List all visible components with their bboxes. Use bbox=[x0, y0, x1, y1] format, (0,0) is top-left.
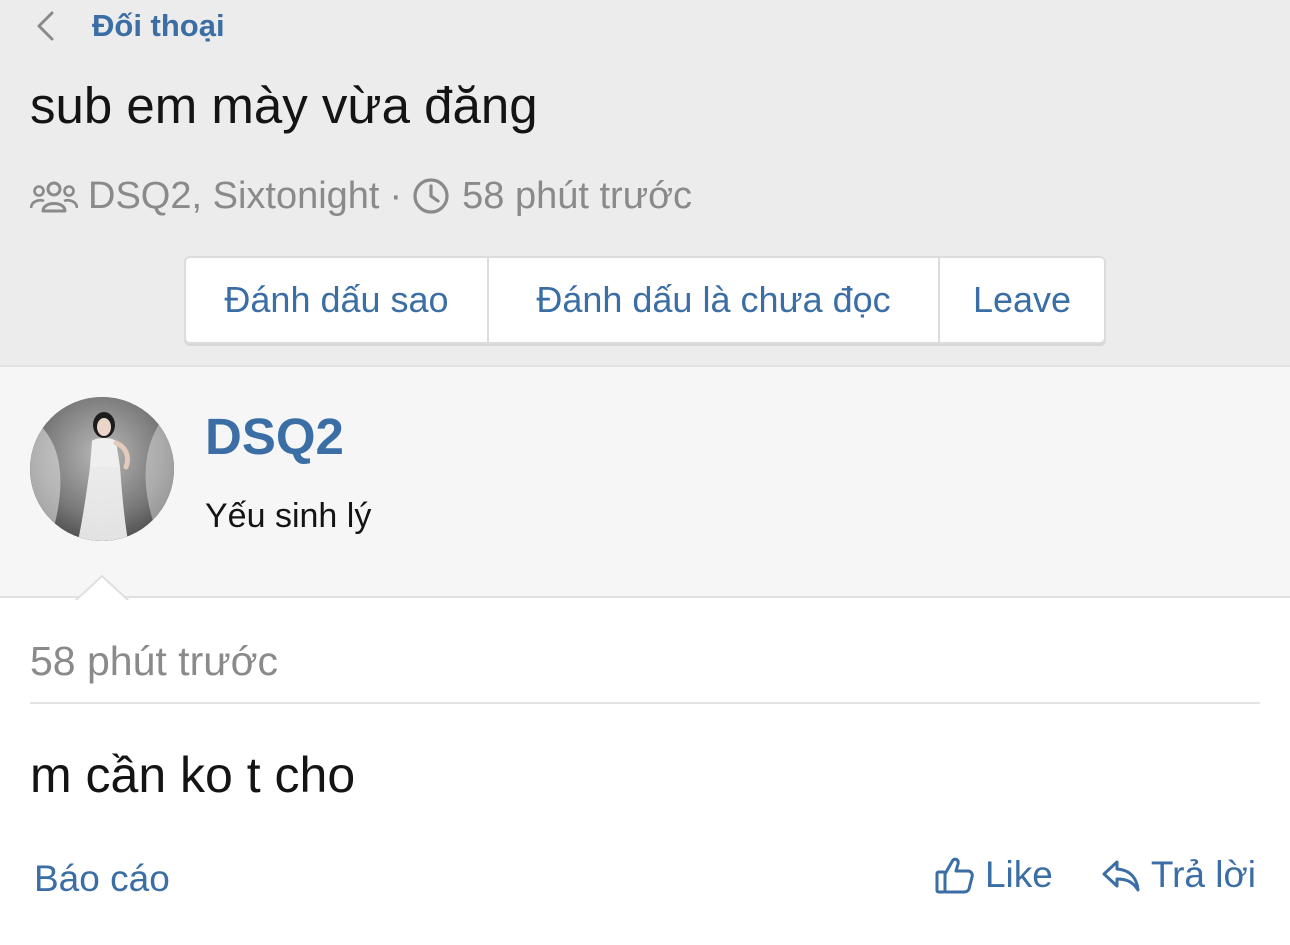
conversation-meta: DSQ2, Sixtonight · 58 phút trước bbox=[30, 172, 692, 220]
mark-unread-button[interactable]: Đánh dấu là chưa đọc bbox=[489, 258, 940, 342]
leave-button[interactable]: Leave bbox=[940, 258, 1104, 342]
breadcrumb-link[interactable]: Đối thoại bbox=[92, 8, 225, 44]
message-author: DSQ2 Yếu sinh lý bbox=[0, 365, 1290, 602]
star-button[interactable]: Đánh dấu sao bbox=[186, 258, 489, 342]
message-pointer bbox=[74, 574, 130, 602]
like-label: Like bbox=[984, 854, 1053, 895]
participants[interactable]: DSQ2, Sixtonight bbox=[88, 175, 379, 218]
message-actions: Like Trả lời bbox=[935, 854, 1256, 896]
report-link[interactable]: Báo cáo bbox=[34, 858, 170, 900]
reply-button[interactable]: Trả lời bbox=[1101, 854, 1256, 896]
conversation-time: 58 phút trước bbox=[462, 174, 693, 217]
users-icon bbox=[30, 178, 78, 214]
breadcrumb[interactable]: Đối thoại bbox=[34, 6, 225, 46]
conversation-header: Đối thoại sub em mày vừa đăng DSQ2, Sixt… bbox=[0, 0, 1290, 365]
message-time[interactable]: 58 phút trước bbox=[30, 638, 278, 685]
author-title: Yếu sinh lý bbox=[205, 497, 372, 535]
like-button[interactable]: Like bbox=[935, 854, 1053, 896]
author-name[interactable]: DSQ2 bbox=[205, 407, 344, 466]
divider bbox=[30, 702, 1260, 704]
thumbs-up-icon bbox=[935, 854, 977, 896]
clock-icon bbox=[412, 176, 452, 216]
page-title: sub em mày vừa đăng bbox=[30, 77, 538, 134]
avatar[interactable] bbox=[30, 397, 174, 541]
meta-separator: · bbox=[389, 174, 403, 217]
conversation-button-group: Đánh dấu sao Đánh dấu là chưa đọc Leave bbox=[184, 256, 1106, 344]
message-body: m cần ko t cho bbox=[30, 747, 356, 803]
message: 58 phút trước m cần ko t cho Báo cáo Lik… bbox=[0, 600, 1290, 945]
reply-label: Trả lời bbox=[1150, 854, 1256, 895]
reply-icon bbox=[1101, 854, 1143, 896]
chevron-left-icon[interactable] bbox=[34, 8, 64, 44]
